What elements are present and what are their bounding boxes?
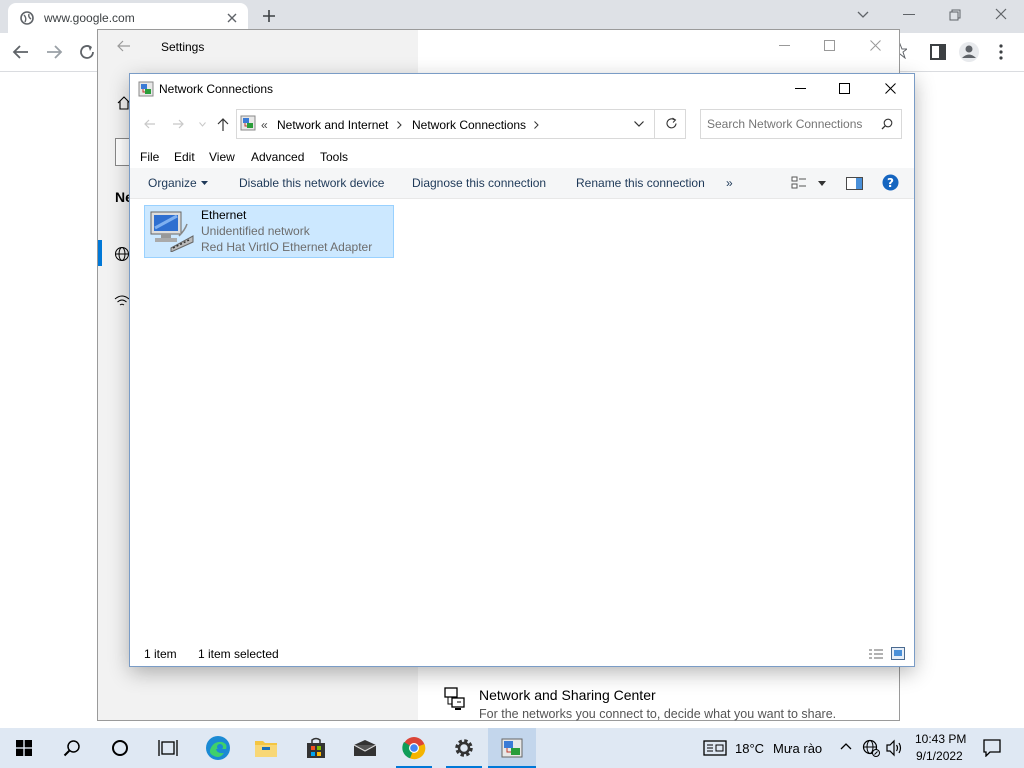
settings-gear-icon[interactable]	[440, 728, 488, 768]
search-input[interactable]	[705, 114, 869, 134]
address-divider	[654, 110, 655, 138]
microsoft-store-icon[interactable]	[292, 728, 340, 768]
clock-date[interactable]: 9/1/2022	[916, 749, 963, 763]
up-arrow-icon[interactable]	[217, 118, 229, 132]
nav-back-icon[interactable]	[144, 119, 156, 129]
profile-avatar-icon[interactable]	[958, 41, 980, 63]
volume-icon[interactable]	[886, 739, 904, 757]
organize-button[interactable]: Organize	[148, 176, 197, 190]
breadcrumb-overflow[interactable]: «	[261, 118, 268, 132]
cortana-icon[interactable]	[96, 728, 144, 768]
settings-minimize-icon[interactable]	[779, 45, 790, 47]
more-commands-button[interactable]: »	[726, 176, 733, 190]
refresh-icon[interactable]	[665, 117, 678, 130]
breadcrumb-network-and-internet[interactable]: Network and Internet	[277, 118, 388, 132]
notifications-icon[interactable]	[983, 739, 1001, 757]
tab-close-icon[interactable]	[226, 12, 238, 24]
reload-icon[interactable]	[78, 43, 96, 61]
sharing-center-link[interactable]: Network and Sharing Center	[479, 687, 656, 703]
search-box[interactable]	[700, 109, 902, 139]
help-icon[interactable]: ?	[882, 174, 899, 191]
menu-edit[interactable]: Edit	[174, 150, 195, 164]
minimize-icon[interactable]	[795, 88, 806, 90]
weather-description[interactable]: Mưa rào	[773, 741, 822, 756]
taskbar: 18°C Mưa rào 10:43 PM 9/1/2022	[0, 728, 1024, 768]
menu-view[interactable]: View	[209, 150, 235, 164]
window-title: Network Connections	[159, 82, 274, 96]
status-bar: 1 item 1 item selected	[130, 642, 914, 666]
diagnose-connection-button[interactable]: Diagnose this connection	[412, 176, 546, 190]
sharing-center-icon[interactable]	[443, 686, 467, 712]
network-connections-icon	[138, 81, 154, 97]
close-icon[interactable]	[885, 83, 896, 94]
settings-back-icon[interactable]	[117, 40, 131, 52]
browser-tab[interactable]: www.google.com	[8, 3, 248, 33]
breadcrumb-network-connections[interactable]: Network Connections	[412, 118, 526, 132]
clock-time[interactable]: 10:43 PM	[915, 732, 966, 746]
nav-selection-indicator	[98, 240, 102, 266]
item-count: 1 item	[144, 647, 177, 661]
globe-status-icon[interactable]	[114, 246, 130, 262]
settings-maximize-icon[interactable]	[824, 40, 835, 51]
forward-arrow-icon[interactable]	[45, 44, 63, 60]
show-hidden-icons-chevron-icon[interactable]	[840, 742, 852, 750]
organize-chevron-icon[interactable]	[201, 181, 208, 185]
tab-search-chevron-icon[interactable]	[857, 10, 869, 20]
start-windows-icon[interactable]	[0, 728, 48, 768]
browser-menu-icon[interactable]	[999, 44, 1003, 60]
home-icon[interactable]	[117, 96, 131, 110]
preview-pane-icon[interactable]	[846, 177, 863, 190]
globe-icon	[20, 11, 34, 25]
new-tab-icon[interactable]	[262, 9, 276, 23]
list-item-ethernet[interactable]: Ethernet Unidentified network Red Hat Vi…	[144, 205, 394, 258]
recent-locations-chevron-icon[interactable]	[199, 122, 206, 127]
chrome-icon[interactable]	[390, 728, 438, 768]
nav-forward-icon[interactable]	[172, 119, 184, 129]
large-icons-view-icon[interactable]	[891, 647, 905, 660]
file-explorer-icon[interactable]	[242, 728, 290, 768]
tab-title: www.google.com	[44, 11, 135, 25]
mail-icon[interactable]	[341, 728, 389, 768]
browser-close-icon[interactable]	[995, 8, 1007, 20]
maximize-icon[interactable]	[839, 83, 850, 94]
search-icon[interactable]	[881, 118, 893, 130]
menu-advanced[interactable]: Advanced	[251, 150, 304, 164]
network-connections-window: Network Connections « Network and Intern…	[130, 74, 914, 666]
weather-temperature[interactable]: 18°C	[735, 741, 764, 756]
browser-minimize-icon[interactable]	[903, 14, 915, 16]
task-view-icon[interactable]	[144, 728, 192, 768]
edge-icon[interactable]	[194, 728, 242, 768]
menu-tools[interactable]: Tools	[320, 150, 348, 164]
settings-close-icon[interactable]	[870, 40, 881, 51]
menu-file[interactable]: File	[140, 150, 159, 164]
search-icon[interactable]	[48, 728, 96, 768]
details-view-icon[interactable]	[868, 648, 884, 660]
network-adapter-icon	[149, 210, 195, 252]
breadcrumb-separator-icon[interactable]	[534, 121, 539, 129]
address-dropdown-chevron-icon[interactable]	[634, 121, 644, 127]
back-arrow-icon[interactable]	[12, 44, 30, 60]
network-connections-taskbar-icon[interactable]	[488, 728, 536, 768]
selected-count: 1 item selected	[198, 647, 279, 661]
connection-name: Ethernet	[201, 208, 247, 222]
change-view-icon[interactable]	[791, 176, 807, 190]
sharing-center-description: For the networks you connect to, decide …	[479, 707, 837, 721]
settings-title: Settings	[161, 40, 205, 54]
address-location-icon	[240, 115, 256, 131]
side-panel-icon[interactable]	[930, 44, 946, 60]
chrome-tabstrip: www.google.com	[0, 0, 1024, 33]
wifi-icon[interactable]	[114, 294, 130, 308]
breadcrumb-separator-icon[interactable]	[397, 121, 402, 129]
connection-status: Unidentified network	[201, 224, 310, 238]
address-bar[interactable]: « Network and Internet Network Connectio…	[236, 109, 686, 139]
view-options-chevron-icon[interactable]	[818, 181, 826, 186]
command-bar: Organize Disable this network device Dia…	[130, 168, 914, 199]
connection-adapter: Red Hat VirtIO Ethernet Adapter	[201, 240, 373, 254]
weather-icon[interactable]	[703, 740, 727, 756]
rename-connection-button[interactable]: Rename this connection	[576, 176, 705, 190]
disable-device-button[interactable]: Disable this network device	[239, 176, 384, 190]
svg-text:?: ?	[887, 176, 894, 190]
browser-restore-icon[interactable]	[949, 9, 961, 21]
network-globe-icon[interactable]	[862, 739, 880, 757]
